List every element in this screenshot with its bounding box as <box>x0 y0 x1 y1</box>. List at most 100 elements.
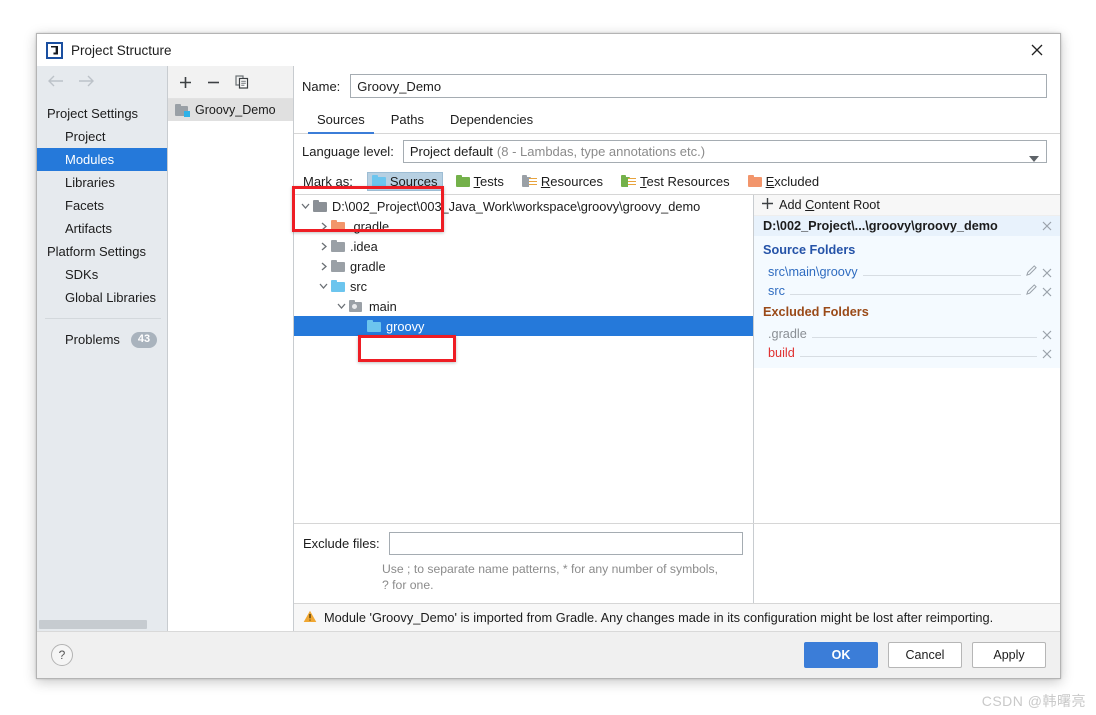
help-button[interactable]: ? <box>51 644 73 666</box>
table-row[interactable]: D:\002_Project\003_Java_Work\workspace\g… <box>294 196 753 216</box>
close-small-icon[interactable] <box>1042 349 1052 360</box>
row-filler <box>862 275 1021 276</box>
sidebar-group-platform-settings: Platform Settings <box>37 240 167 263</box>
excluded-folder-name: build <box>768 346 795 360</box>
chevron-down-icon[interactable] <box>298 203 313 209</box>
arrow-right-icon[interactable] <box>78 74 95 92</box>
folder-gray-icon <box>331 260 345 272</box>
copy-icon[interactable] <box>233 74 250 91</box>
tree-row-label: groovy <box>386 318 425 334</box>
mark-as-tests-button[interactable]: Tests <box>451 172 509 191</box>
tab-paths[interactable]: Paths <box>378 112 437 133</box>
mark-as-sources-button[interactable]: Sources <box>366 171 443 191</box>
excluded-folder-row[interactable]: .gradle <box>754 322 1060 341</box>
settings-sidebar: Project Settings Project Modules Librari… <box>37 66 168 631</box>
chevron-down-icon[interactable] <box>316 283 331 289</box>
pencil-icon[interactable] <box>1026 265 1037 279</box>
source-folder-row[interactable]: src\main\groovy <box>754 260 1060 279</box>
row-filler <box>799 356 1037 357</box>
source-folder-row[interactable]: src <box>754 279 1060 298</box>
sidebar-item-problems[interactable]: Problems 43 <box>37 328 167 351</box>
folder-sources-icon <box>371 175 386 187</box>
sidebar-item-sdks[interactable]: SDKs <box>37 263 167 286</box>
sidebar-item-label: Libraries <box>65 175 115 190</box>
scrollbar-thumb[interactable] <box>39 620 147 629</box>
mark-label: xcluded <box>774 173 820 189</box>
chevron-right-icon[interactable] <box>316 262 331 271</box>
modules-list-panel: Groovy_Demo <box>168 66 294 631</box>
sidebar-item-project[interactable]: Project <box>37 125 167 148</box>
sidebar-item-facets[interactable]: Facets <box>37 194 167 217</box>
content-root-tree[interactable]: D:\002_Project\003_Java_Work\workspace\g… <box>294 195 754 523</box>
chevron-down-icon[interactable] <box>334 303 349 309</box>
modules-toolbar <box>168 66 293 99</box>
sidebar-divider <box>45 318 161 319</box>
excluded-folder-row[interactable]: build <box>754 341 1060 360</box>
intellij-idea-icon <box>46 41 63 59</box>
language-level-combobox[interactable]: Project default (8 - Lambdas, type annot… <box>402 139 1047 165</box>
table-row[interactable]: main <box>294 296 753 316</box>
folder-resources-icon <box>521 174 537 188</box>
mark-mnemonic: E <box>765 173 775 189</box>
close-icon[interactable] <box>1014 34 1060 66</box>
mark-as-row: Mark as: Sources Tests Resources Test Re… <box>294 168 1060 194</box>
tab-label: Paths <box>390 112 424 127</box>
table-row[interactable]: groovy <box>294 316 753 336</box>
sidebar-item-modules[interactable]: Modules <box>37 148 167 171</box>
add-mnemonic: C <box>805 198 815 212</box>
chevron-down-icon[interactable] <box>1029 150 1039 165</box>
chevron-right-icon[interactable] <box>316 242 331 251</box>
mark-label: ests <box>480 173 504 189</box>
tab-dependencies[interactable]: Dependencies <box>437 112 546 133</box>
sources-content-area: D:\002_Project\003_Java_Work\workspace\g… <box>294 194 1060 523</box>
cancel-button[interactable]: Cancel <box>888 642 962 668</box>
title-bar: Project Structure <box>37 34 1060 66</box>
sidebar-item-label: Problems <box>65 332 120 347</box>
add-content-root-label: Add Content Root <box>779 198 880 212</box>
mark-as-test-resources-button[interactable]: Test Resources <box>616 172 735 191</box>
gradle-import-warning: Module 'Groovy_Demo' is imported from Gr… <box>294 603 1060 631</box>
module-item-label: Groovy_Demo <box>195 103 276 117</box>
csdn-watermark: CSDN @韩曙亮 <box>981 693 1086 709</box>
folder-test-resources-icon <box>621 174 637 188</box>
folder-module-icon <box>349 299 364 313</box>
arrow-left-icon[interactable] <box>47 74 64 92</box>
sidebar-item-global-libraries[interactable]: Global Libraries <box>37 286 167 309</box>
language-level-label: Language level: <box>302 143 394 159</box>
content-root-path-row[interactable]: D:\002_Project\...\groovy\groovy_demo <box>754 216 1060 236</box>
exclude-files-input[interactable] <box>388 532 743 555</box>
close-small-icon[interactable] <box>1042 287 1052 298</box>
table-row[interactable]: gradle <box>294 256 753 276</box>
sidebar-item-libraries[interactable]: Libraries <box>37 171 167 194</box>
module-icon <box>175 103 190 117</box>
chevron-right-icon[interactable] <box>316 222 331 231</box>
table-row[interactable]: .gradle <box>294 216 753 236</box>
sidebar-item-artifacts[interactable]: Artifacts <box>37 217 167 240</box>
window-title: Project Structure <box>71 42 172 58</box>
add-content-root-button[interactable]: Add Content Root <box>754 195 1060 216</box>
module-item-groovy-demo[interactable]: Groovy_Demo <box>168 99 293 121</box>
exclude-files-hint: Use ; to separate name patterns, * for a… <box>382 561 753 593</box>
module-name-input[interactable] <box>350 74 1047 98</box>
table-row[interactable]: src <box>294 276 753 296</box>
sidebar-horizontal-scrollbar[interactable] <box>37 618 167 631</box>
table-row[interactable]: .idea <box>294 236 753 256</box>
mark-label: est Resources <box>646 173 730 189</box>
minus-icon[interactable] <box>205 74 222 91</box>
exclude-files-section: Exclude files: Use ; to separate name pa… <box>294 523 1060 603</box>
tab-sources[interactable]: Sources <box>304 112 378 134</box>
apply-button[interactable]: Apply <box>972 642 1046 668</box>
tree-row-label: gradle <box>350 258 386 274</box>
sidebar-item-label: Global Libraries <box>65 290 157 305</box>
close-small-icon[interactable] <box>1042 330 1052 341</box>
mark-as-resources-button[interactable]: Resources <box>517 172 608 191</box>
plus-icon[interactable] <box>177 74 194 91</box>
pencil-icon[interactable] <box>1026 284 1037 298</box>
dialog-footer: ? OK Cancel Apply <box>37 631 1060 678</box>
mark-as-excluded-button[interactable]: Excluded <box>743 172 824 191</box>
close-small-icon[interactable] <box>1042 221 1052 232</box>
source-folder-name: src\main\groovy <box>768 265 858 279</box>
sidebar-item-label: Project <box>65 129 106 144</box>
close-small-icon[interactable] <box>1042 268 1052 279</box>
ok-button[interactable]: OK <box>804 642 878 668</box>
